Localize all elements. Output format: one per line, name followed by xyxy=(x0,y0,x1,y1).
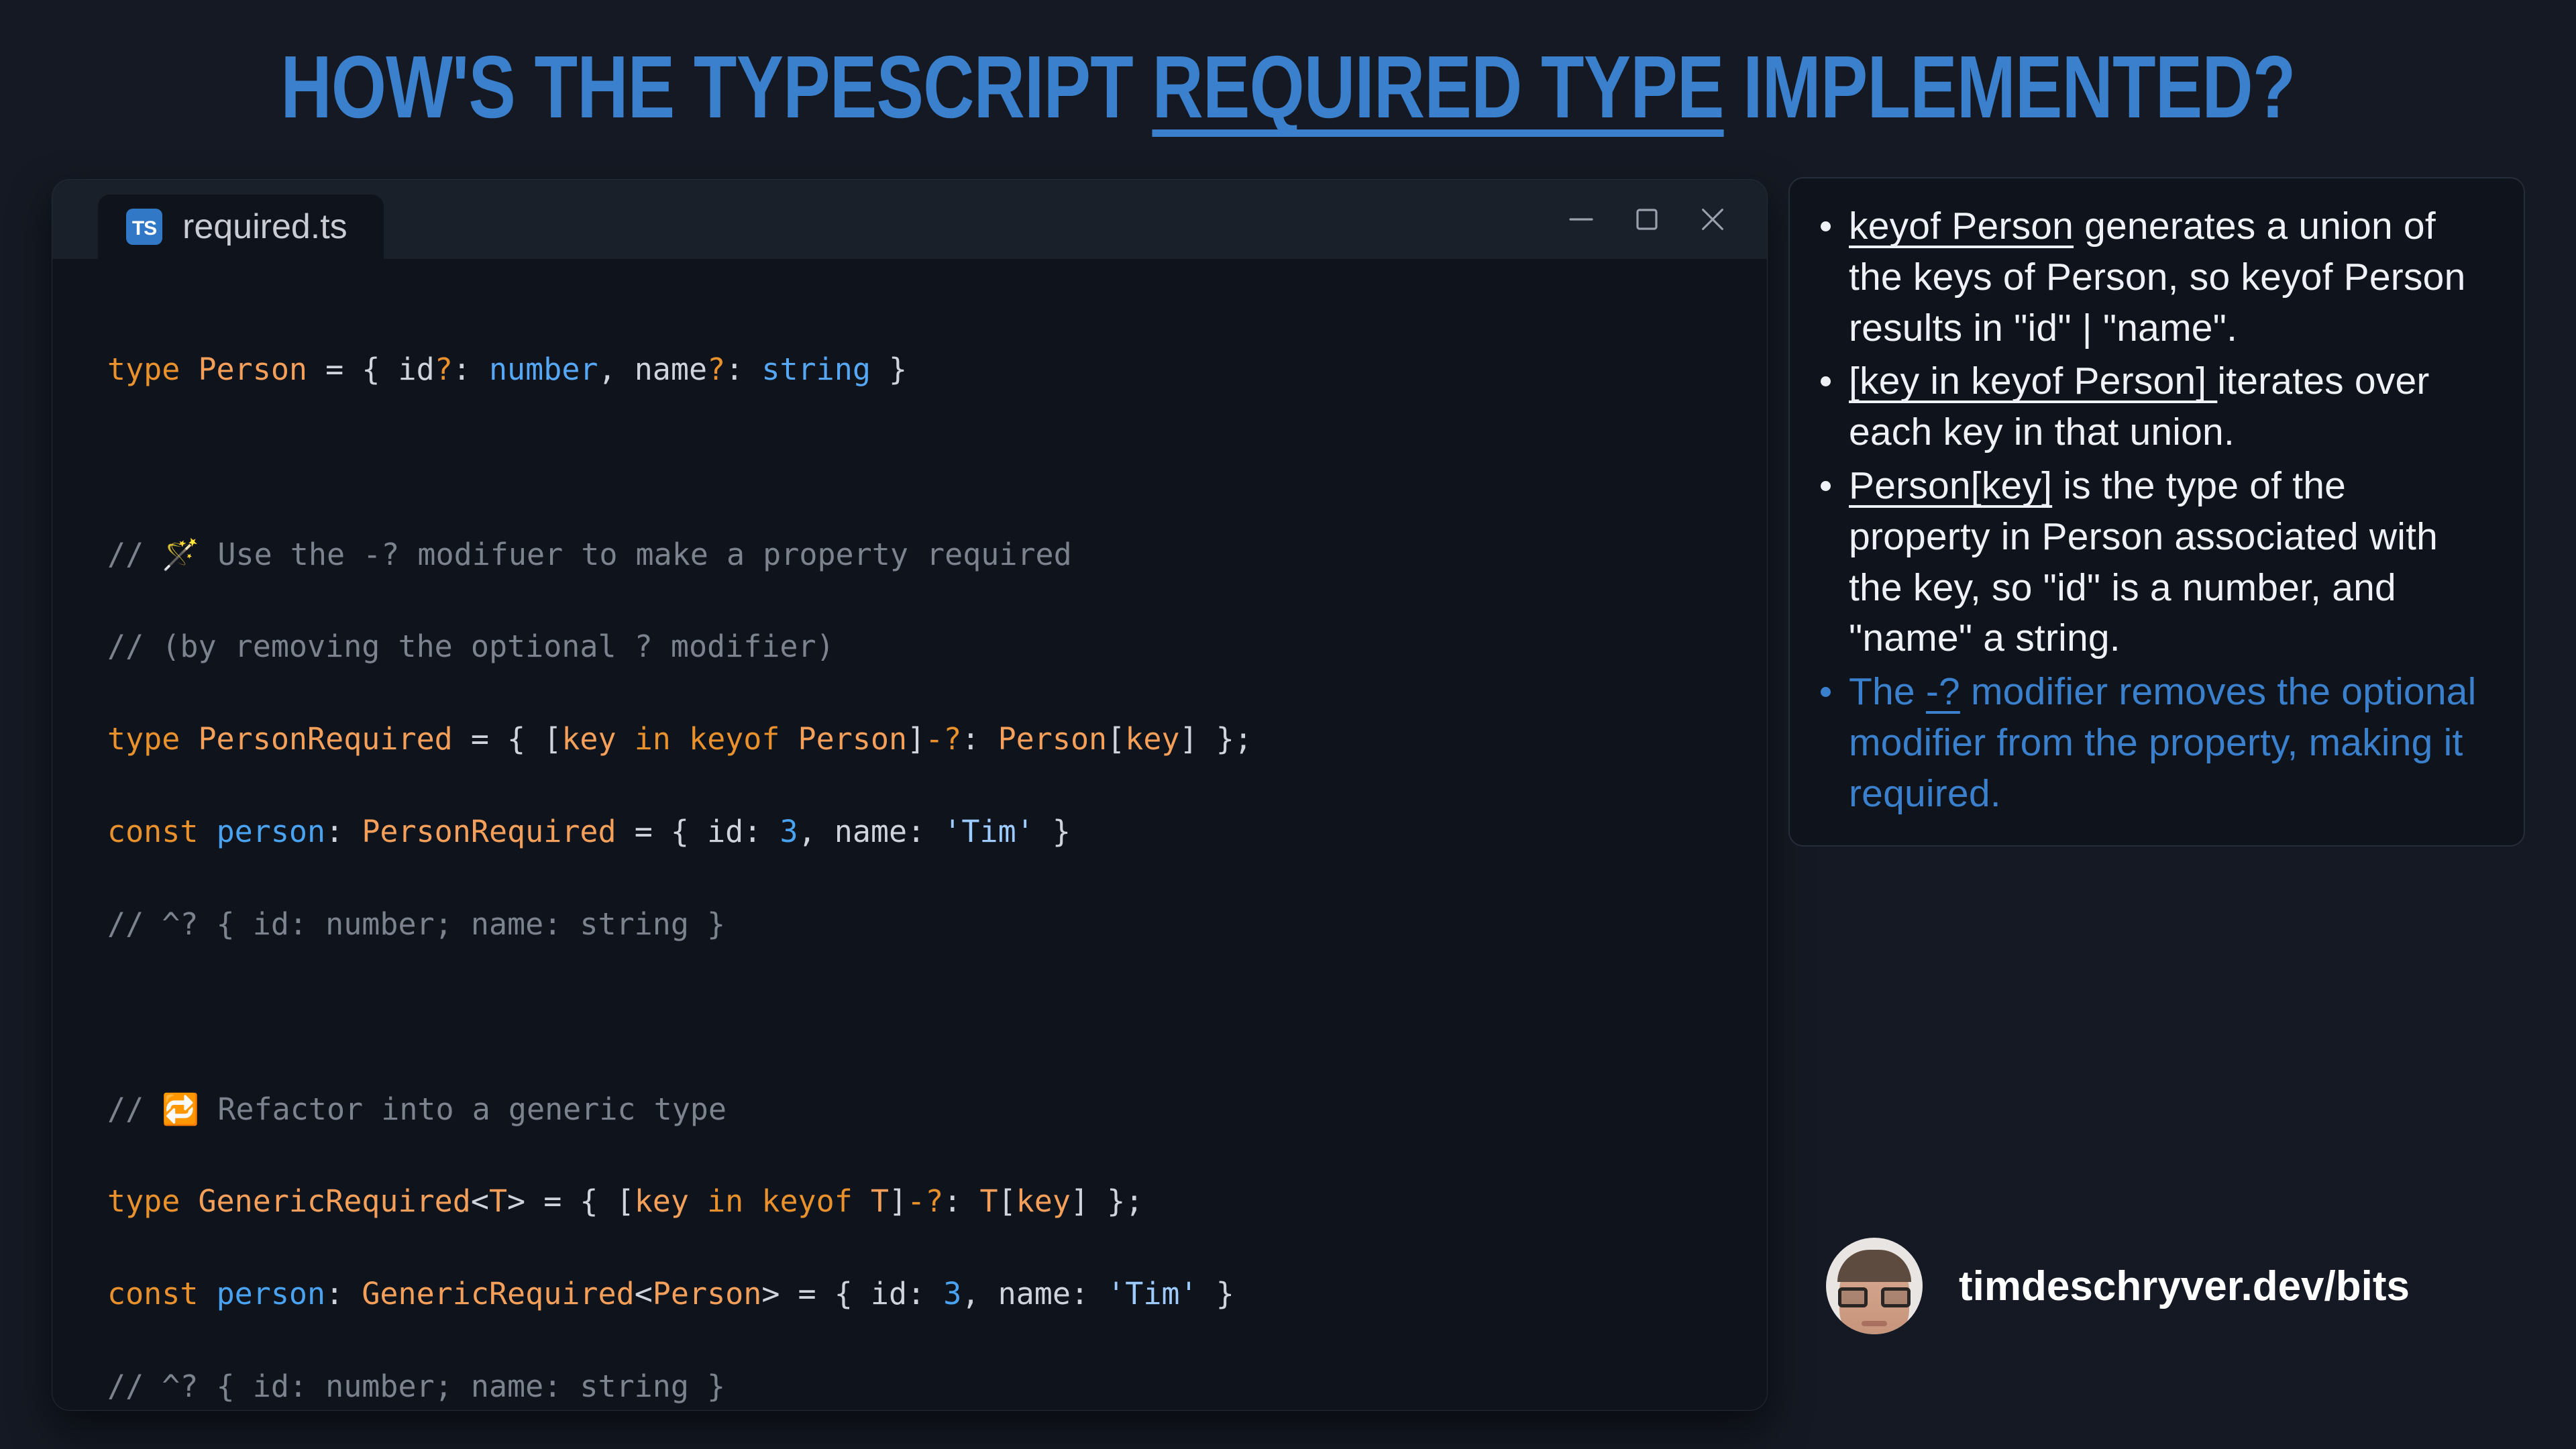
code-block: type Person = { id?: number, name?: stri… xyxy=(107,301,1767,1410)
bullet-lead-text: The xyxy=(1849,670,1926,714)
avatar-mouth xyxy=(1862,1321,1887,1326)
title-underlined: REQUIRED TYPE xyxy=(1152,38,1724,136)
code-line: type PersonRequired = { [key in keyof Pe… xyxy=(107,721,1252,757)
bullet-code-span: Person[key] xyxy=(1849,464,2053,507)
explanation-panel: keyof Person generates a union of the ke… xyxy=(1788,177,2525,847)
code-line: // 🔁 Refactor into a generic type xyxy=(107,1091,727,1127)
code-line: // (by removing the optional ? modifier) xyxy=(107,629,835,665)
page-title: HOW'S THE TYPESCRIPT REQUIRED TYPE IMPLE… xyxy=(280,43,2296,131)
brand-url: timdeschryver.dev/bits xyxy=(1959,1263,2410,1309)
list-item: The -? modifier removes the optional mod… xyxy=(1813,667,2497,819)
code-line: // ^? { id: number; name: string } xyxy=(107,1368,726,1405)
code-line: const person: PersonRequired = { id: 3, … xyxy=(107,814,1071,850)
bullet-code-span: [key in keyof Person] xyxy=(1849,360,2218,403)
slide-root: HOW'S THE TYPESCRIPT REQUIRED TYPE IMPLE… xyxy=(0,0,2576,1449)
minimize-icon[interactable] xyxy=(1566,204,1597,235)
explanation-bullet-list: keyof Person generates a union of the ke… xyxy=(1813,201,2497,820)
avatar-glasses xyxy=(1838,1287,1911,1307)
title-before: HOW'S THE TYPESCRIPT xyxy=(280,38,1152,136)
avatar-hair xyxy=(1837,1250,1911,1282)
list-item: keyof Person generates a union of the ke… xyxy=(1813,201,2497,354)
close-icon[interactable] xyxy=(1697,204,1728,235)
editor-code-area[interactable]: type Person = { id?: number, name?: stri… xyxy=(52,259,1767,1410)
bullet-code-span: -? xyxy=(1925,670,1960,714)
code-line: type GenericRequired<T> = { [key in keyo… xyxy=(107,1183,1144,1220)
avatar-lens-left xyxy=(1838,1287,1868,1307)
bullet-code-span: keyof Person xyxy=(1849,205,2074,248)
typescript-file-icon: TS xyxy=(126,209,162,245)
editor-tab-required-ts[interactable]: TS required.ts xyxy=(98,195,384,259)
list-item: [key in keyof Person] iterates over each… xyxy=(1813,356,2497,458)
code-line: // 🪄 Use the -? modifuer to make a prope… xyxy=(107,536,1072,572)
brand-footer: timdeschryver.dev/bits xyxy=(1826,1238,2410,1334)
list-item: Person[key] is the type of the property … xyxy=(1813,461,2497,664)
editor-tab-label: required.ts xyxy=(182,207,347,246)
code-line: // ^? { id: number; name: string } xyxy=(107,906,726,942)
title-bar: HOW'S THE TYPESCRIPT REQUIRED TYPE IMPLE… xyxy=(0,34,2576,141)
title-after: IMPLEMENTED? xyxy=(1723,38,2296,136)
window-controls xyxy=(1566,180,1728,259)
maximize-icon[interactable] xyxy=(1631,204,1662,235)
editor-titlebar[interactable]: TS required.ts xyxy=(52,180,1767,259)
avatar xyxy=(1826,1238,1923,1334)
code-editor-window: TS required.ts type Person = { id?: numb… xyxy=(52,180,1767,1410)
code-line: type Person = { id?: number, name?: stri… xyxy=(107,351,908,387)
avatar-lens-right xyxy=(1881,1287,1911,1307)
code-line: const person: GenericRequired<Person> = … xyxy=(107,1276,1234,1312)
